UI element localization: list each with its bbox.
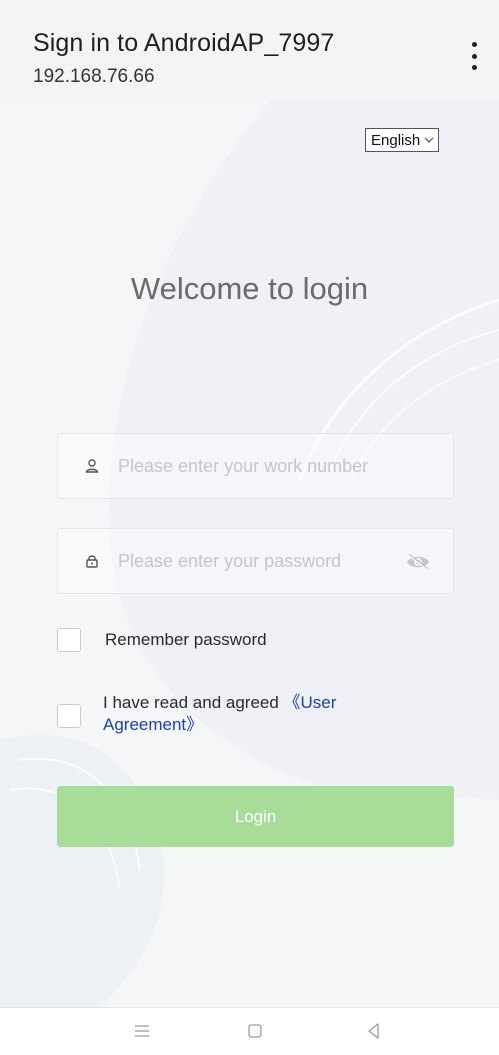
- home-icon[interactable]: [244, 1020, 266, 1042]
- user-agreement-row: I have read and agreed 《User Agreement》: [57, 692, 393, 736]
- username-field[interactable]: [57, 433, 454, 499]
- lock-icon: [86, 555, 98, 568]
- menu-icon[interactable]: [131, 1020, 153, 1042]
- back-icon[interactable]: [363, 1020, 385, 1042]
- language-selected: English: [371, 131, 421, 149]
- user-agreement-prefix: I have read and agreed: [103, 693, 284, 712]
- login-page: English Welcome to login Remember passwo: [0, 100, 499, 1007]
- page-title: Sign in to AndroidAP_7997: [33, 29, 335, 57]
- browser-top-bar: Sign in to AndroidAP_7997 192.168.76.66: [0, 0, 499, 100]
- menu-dot: [471, 42, 477, 47]
- menu-dot: [471, 65, 477, 70]
- user-agreement-text: I have read and agreed 《User Agreement》: [103, 692, 393, 736]
- user-agreement-checkbox[interactable]: [57, 704, 81, 728]
- menu-dot: [471, 53, 477, 59]
- system-navigation-bar: [0, 1007, 499, 1055]
- remember-password-label[interactable]: Remember password: [105, 630, 267, 650]
- password-field[interactable]: [57, 528, 454, 594]
- kebab-menu-icon[interactable]: [467, 42, 481, 70]
- chevron-down-icon: [424, 137, 434, 143]
- username-input[interactable]: [118, 455, 378, 477]
- welcome-heading: Welcome to login: [130, 271, 369, 306]
- user-icon: [85, 459, 99, 473]
- language-select[interactable]: English: [365, 128, 440, 152]
- page-address: 192.168.76.66: [33, 66, 155, 87]
- login-button[interactable]: Login: [57, 786, 454, 847]
- remember-password-row: Remember password: [57, 628, 267, 652]
- eye-hidden-icon[interactable]: [405, 552, 431, 572]
- remember-password-checkbox[interactable]: [57, 628, 81, 652]
- password-input[interactable]: [118, 550, 378, 572]
